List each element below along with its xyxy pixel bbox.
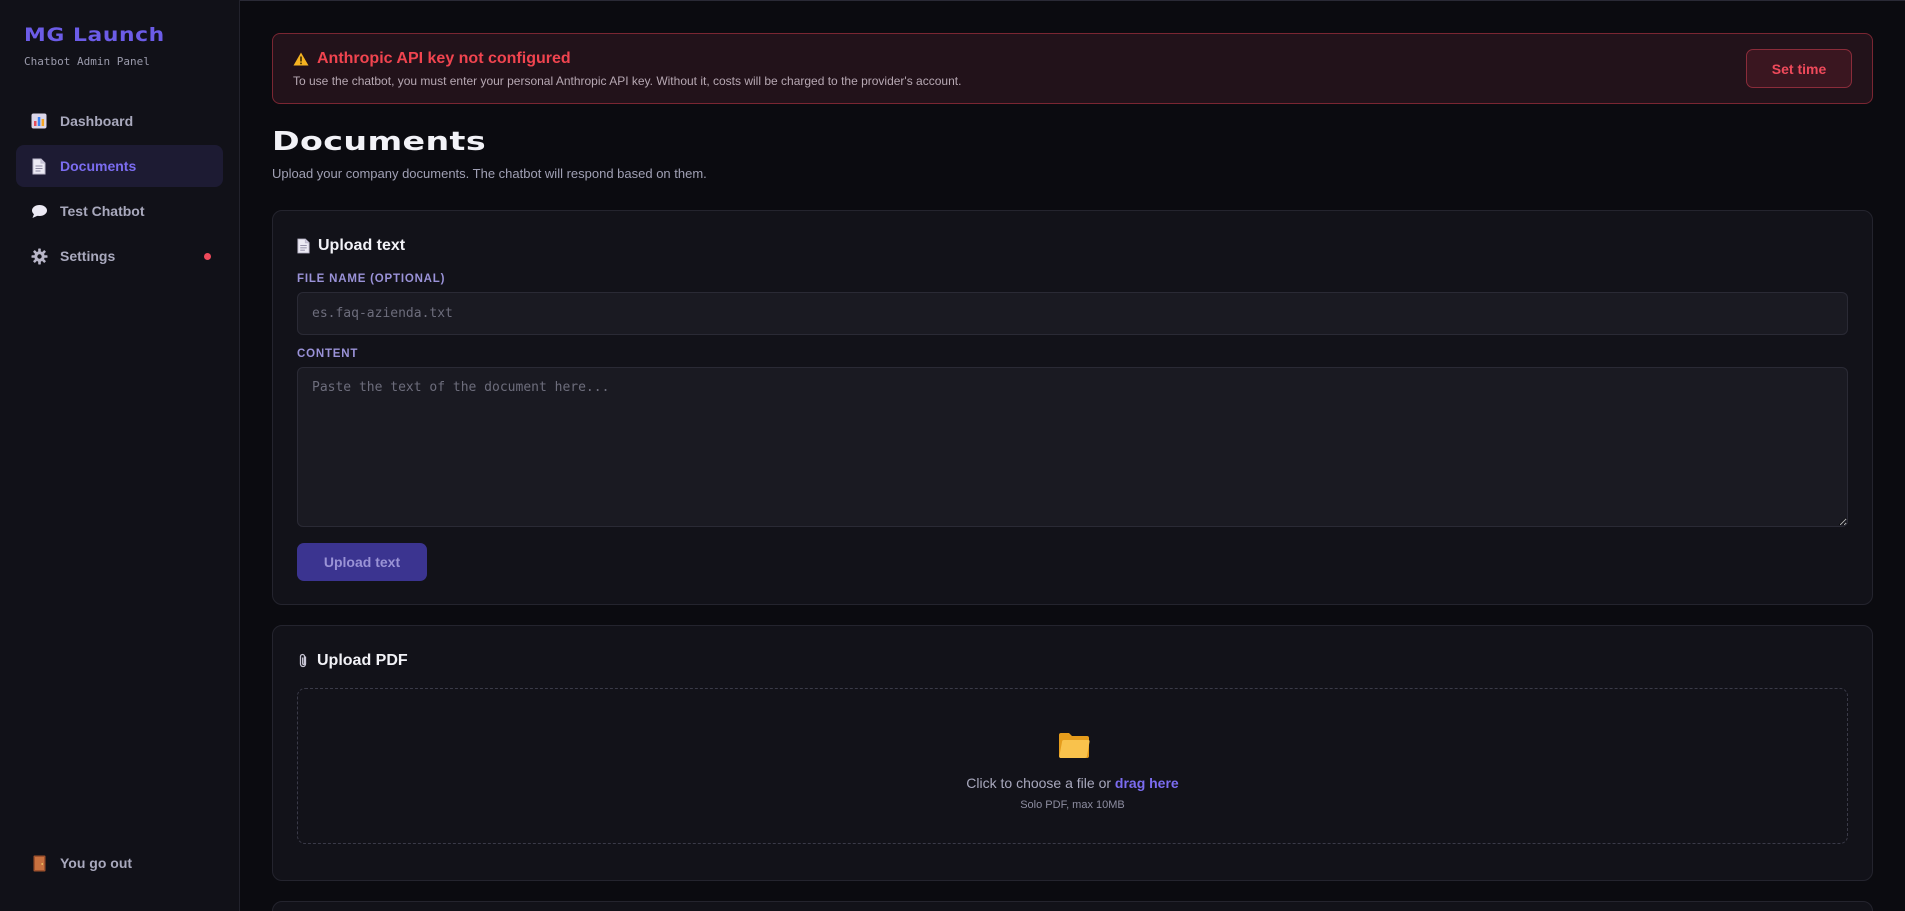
logout-button[interactable]: You go out: [16, 843, 223, 883]
card-title-text: Upload text: [318, 237, 406, 254]
sidebar-item-label: Settings: [60, 248, 116, 264]
folder-icon: [1058, 731, 1090, 764]
door-icon: [30, 854, 48, 872]
content-label: CONTENT: [297, 348, 359, 360]
set-api-key-button[interactable]: Set time: [1746, 49, 1852, 88]
bar-chart-icon: [30, 112, 48, 130]
alert-title-text: Anthropic API key not configured: [317, 50, 571, 67]
alert-title: Anthropic API key not configured: [293, 50, 571, 68]
sidebar-item-label: Test Chatbot: [60, 203, 145, 219]
file-name-input[interactable]: [297, 292, 1848, 335]
dropzone-prompt: Click to choose a file or drag here: [298, 775, 1847, 791]
upload-text-card: Upload text FILE NAME (OPTIONAL) CONTENT…: [272, 210, 1873, 605]
pdf-dropzone[interactable]: Click to choose a file or drag here Solo…: [297, 688, 1848, 844]
document-icon: [30, 157, 48, 175]
sidebar-item-test-chatbot[interactable]: Test Chatbot: [16, 190, 223, 232]
dropzone-hint: Solo PDF, max 10MB: [1020, 799, 1125, 811]
content-textarea[interactable]: [297, 367, 1848, 527]
sidebar-item-label: Documents: [60, 158, 137, 174]
brand-subtitle: Chatbot Admin Panel: [24, 55, 150, 68]
card-title-text: Upload PDF: [317, 652, 408, 669]
sidebar-item-settings[interactable]: Settings: [16, 235, 223, 277]
upload-pdf-title: Upload PDF: [297, 652, 408, 670]
sidebar-nav: Dashboard Documents Test Chatbot Setting…: [16, 100, 223, 280]
top-border: [0, 0, 1905, 1]
file-name-label: FILE NAME (OPTIONAL): [297, 273, 446, 285]
paperclip-icon: [297, 653, 309, 669]
sidebar-item-documents[interactable]: Documents: [16, 145, 223, 187]
document-icon: [297, 238, 310, 254]
notification-dot: [204, 253, 211, 260]
gear-icon: [30, 247, 48, 265]
brand-logo[interactable]: MG Launch: [24, 24, 165, 46]
drag-here-link[interactable]: drag here: [1115, 775, 1179, 791]
upload-text-button[interactable]: Upload text: [297, 543, 427, 581]
next-card: [272, 901, 1873, 911]
api-key-alert: Anthropic API key not configured To use …: [272, 33, 1873, 104]
warning-icon: [293, 52, 309, 66]
speech-bubble-icon: [30, 202, 48, 220]
sidebar-item-dashboard[interactable]: Dashboard: [16, 100, 223, 142]
sidebar-item-label: Dashboard: [60, 113, 134, 129]
upload-pdf-card: Upload PDF Click to choose a file or dra…: [272, 625, 1873, 881]
page-title: Documents: [272, 127, 487, 157]
page-subtitle: Upload your company documents. The chatb…: [272, 166, 707, 181]
upload-text-title: Upload text: [297, 237, 405, 255]
logout-label: You go out: [60, 855, 133, 871]
sidebar: MG Launch Chatbot Admin Panel Dashboard: [0, 0, 240, 911]
alert-message: To use the chatbot, you must enter your …: [293, 74, 962, 88]
dropzone-prompt-text: Click to choose a file or: [966, 775, 1115, 791]
